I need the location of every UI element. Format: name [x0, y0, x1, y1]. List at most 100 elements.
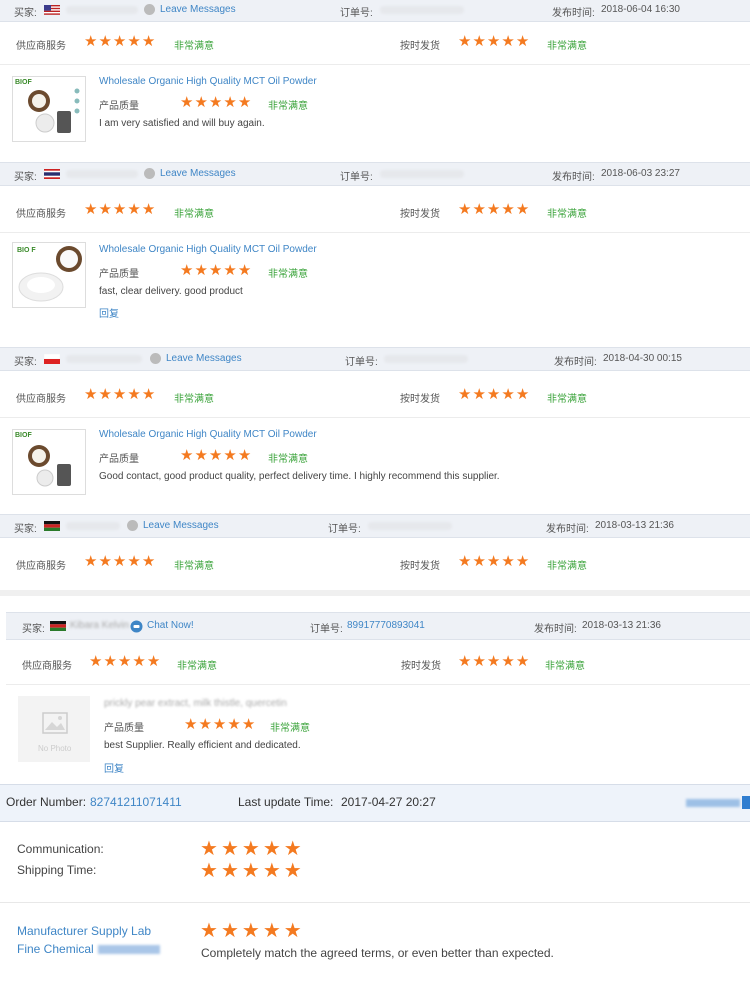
rating-row: 供应商服务 ★ ★ ★ ★ ★ 非常满意 按时发货 ★ ★ ★ ★ ★ 非常满意 [0, 542, 750, 584]
star-icon: ★ [194, 94, 208, 111]
order-feedback-header: Order Number: 82741211071411 Last update… [0, 784, 750, 822]
buyer-name-blurred [66, 170, 138, 178]
star-icon: ★ [237, 94, 252, 111]
divider [0, 590, 750, 596]
review-header: 买家: Leave Messages 订单号: 发布时间: 2018-04-30… [0, 347, 750, 371]
star-icon: ★ [220, 838, 239, 860]
quality-stars: ★ ★ ★ ★ ★ [180, 448, 251, 463]
product-thumbnail[interactable]: BIOF [12, 429, 86, 495]
buyer-avatar-icon [127, 520, 138, 531]
star-icon: ★ [223, 94, 237, 111]
publish-time: 2018-06-04 16:30 [601, 4, 680, 15]
publish-label: 发布时间: [534, 624, 577, 635]
leave-messages-link[interactable]: Leave Messages [143, 520, 219, 531]
kenya-flag-icon [44, 521, 60, 531]
product-title-link[interactable]: Wholesale Organic High Quality MCT Oil P… [99, 244, 317, 255]
leave-messages-link[interactable]: Leave Messages [160, 4, 236, 15]
star-icon: ★ [180, 94, 194, 111]
star-icon: ★ [472, 386, 486, 403]
star-icon: ★ [200, 838, 218, 860]
star-icon: ★ [127, 553, 141, 570]
buyer-label: 买家: [14, 172, 37, 183]
star-icon: ★ [223, 262, 237, 279]
user-name-blurred[interactable] [686, 799, 740, 807]
reply-link[interactable]: 回复 [99, 305, 119, 320]
product-title-link[interactable]: Wholesale Organic High Quality MCT Oil P… [99, 76, 317, 87]
publish-time: 2018-04-30 00:15 [603, 353, 682, 364]
mct-oil-image-icon [28, 88, 80, 133]
star-icon: ★ [84, 553, 98, 570]
leave-messages-link[interactable]: Leave Messages [166, 353, 242, 364]
shipping-label: 按时发货 [400, 561, 440, 572]
star-icon: ★ [180, 262, 194, 279]
chat-now-link[interactable]: Chat Now! [147, 620, 194, 631]
star-icon: ★ [501, 201, 515, 218]
star-icon: ★ [127, 201, 141, 218]
reply-link[interactable]: 回复 [104, 760, 124, 775]
quality-rating-text: 非常满意 [268, 101, 308, 112]
star-icon: ★ [98, 553, 112, 570]
star-icon: ★ [200, 920, 218, 942]
shipping-stars: ★ ★ ★ ★ ★ [458, 387, 529, 402]
star-icon: ★ [208, 262, 223, 279]
star-icon: ★ [98, 201, 112, 218]
star-icon: ★ [117, 653, 132, 670]
publish-label: 发布时间: [546, 524, 589, 535]
product-thumbnail[interactable]: BIOF [12, 76, 86, 142]
order-number-link[interactable]: 89917770893041 [347, 620, 425, 631]
close-icon[interactable] [742, 796, 750, 809]
rating-row: 供应商服务 ★ ★ ★ ★ ★ 非常满意 按时发货 ★ ★ ★ ★ ★ 非常满意 [6, 642, 750, 685]
review-comment: Good contact, good product quality, perf… [99, 471, 500, 482]
star-icon: ★ [486, 386, 501, 403]
star-icon: ★ [223, 447, 237, 464]
product-section: BIO F Wholesale Organic High Quality MCT… [0, 232, 750, 338]
buyer-avatar-icon [144, 168, 155, 179]
star-icon: ★ [112, 201, 127, 218]
star-icon: ★ [141, 33, 156, 50]
quality-stars: ★ ★ ★ ★ ★ [180, 95, 251, 110]
star-icon: ★ [198, 716, 212, 733]
supplier-stars: ★ ★ ★ ★ ★ [84, 202, 155, 217]
product-title-link[interactable]: Wholesale Organic High Quality MCT Oil P… [99, 429, 317, 440]
buyer-avatar-icon [144, 4, 155, 15]
star-icon: ★ [241, 860, 260, 882]
star-icon: ★ [515, 201, 530, 218]
order-label: 订单号: [310, 624, 343, 635]
shipping-stars: ★ ★ ★ ★ ★ [458, 554, 529, 569]
star-icon: ★ [515, 33, 530, 50]
shipping-stars: ★ ★ ★ ★ ★ [458, 34, 529, 49]
shipping-label: 按时发货 [400, 394, 440, 405]
product-title[interactable]: prickly pear extract, milk thistle, quer… [104, 698, 287, 709]
star-icon: ★ [132, 653, 146, 670]
order-number-link[interactable]: 82741211071411 [90, 795, 182, 809]
order-number-blurred [384, 355, 468, 363]
image-placeholder-icon [42, 712, 68, 734]
star-icon: ★ [472, 653, 486, 670]
product-thumbnail[interactable]: BIO F [12, 242, 86, 308]
buyer-name: Kibara Kelvin [70, 620, 129, 631]
review-header: 买家: Leave Messages 订单号: 发布时间: 2018-06-03… [0, 162, 750, 186]
leave-messages-link[interactable]: Leave Messages [160, 168, 236, 179]
rating-row: 供应商服务 ★ ★ ★ ★ ★ 非常满意 按时发货 ★ ★ ★ ★ ★ 非常满意 [0, 22, 750, 65]
star-icon: ★ [501, 553, 515, 570]
star-icon: ★ [112, 33, 127, 50]
supplier-service-label: 供应商服务 [16, 209, 66, 220]
company-name-line1[interactable]: Manufacturer Supply Lab [17, 924, 151, 938]
review-header: 买家: Leave Messages 订单号: 发布时间: 2018-03-13… [0, 514, 750, 538]
quality-rating-text: 非常满意 [268, 269, 308, 280]
star-icon: ★ [501, 386, 515, 403]
company-name-line2[interactable]: Fine Chemical [17, 942, 94, 956]
star-icon: ★ [103, 653, 117, 670]
star-icon: ★ [472, 201, 486, 218]
rating-row: 供应商服务 ★ ★ ★ ★ ★ 非常满意 按时发货 ★ ★ ★ ★ ★ 非常满意 [0, 190, 750, 233]
chat-bubble-icon[interactable] [130, 620, 143, 633]
star-icon: ★ [241, 838, 260, 860]
poland-flag-icon [44, 354, 60, 364]
star-icon: ★ [84, 201, 98, 218]
star-icon: ★ [486, 653, 501, 670]
buyer-label: 买家: [14, 357, 37, 368]
star-icon: ★ [227, 716, 241, 733]
shipping-rating-text: 非常满意 [547, 394, 587, 405]
star-icon: ★ [283, 860, 302, 882]
star-icon: ★ [262, 920, 281, 942]
